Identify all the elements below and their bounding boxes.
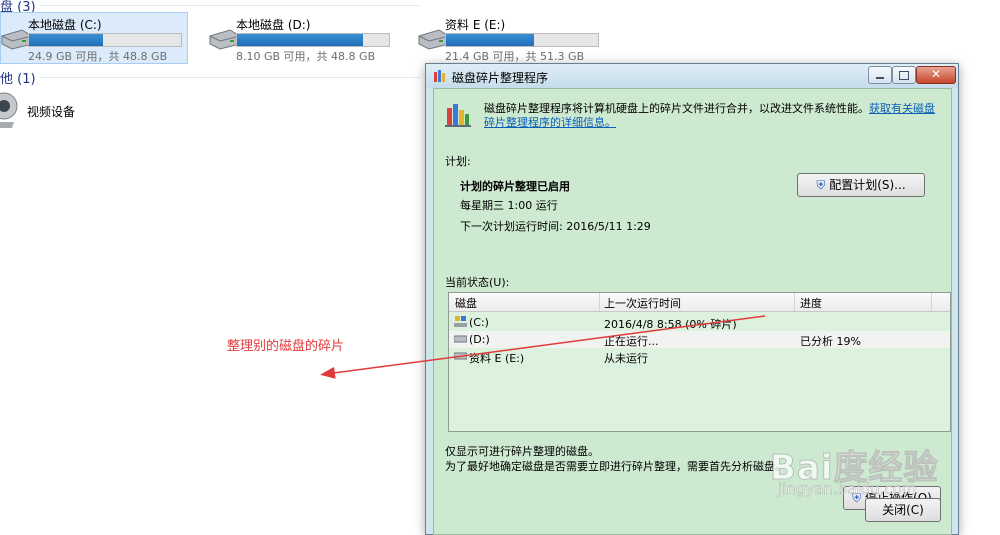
- watermark-url: jingyan.baidu.com: [778, 480, 917, 499]
- annotation-arrow-line: [320, 315, 766, 379]
